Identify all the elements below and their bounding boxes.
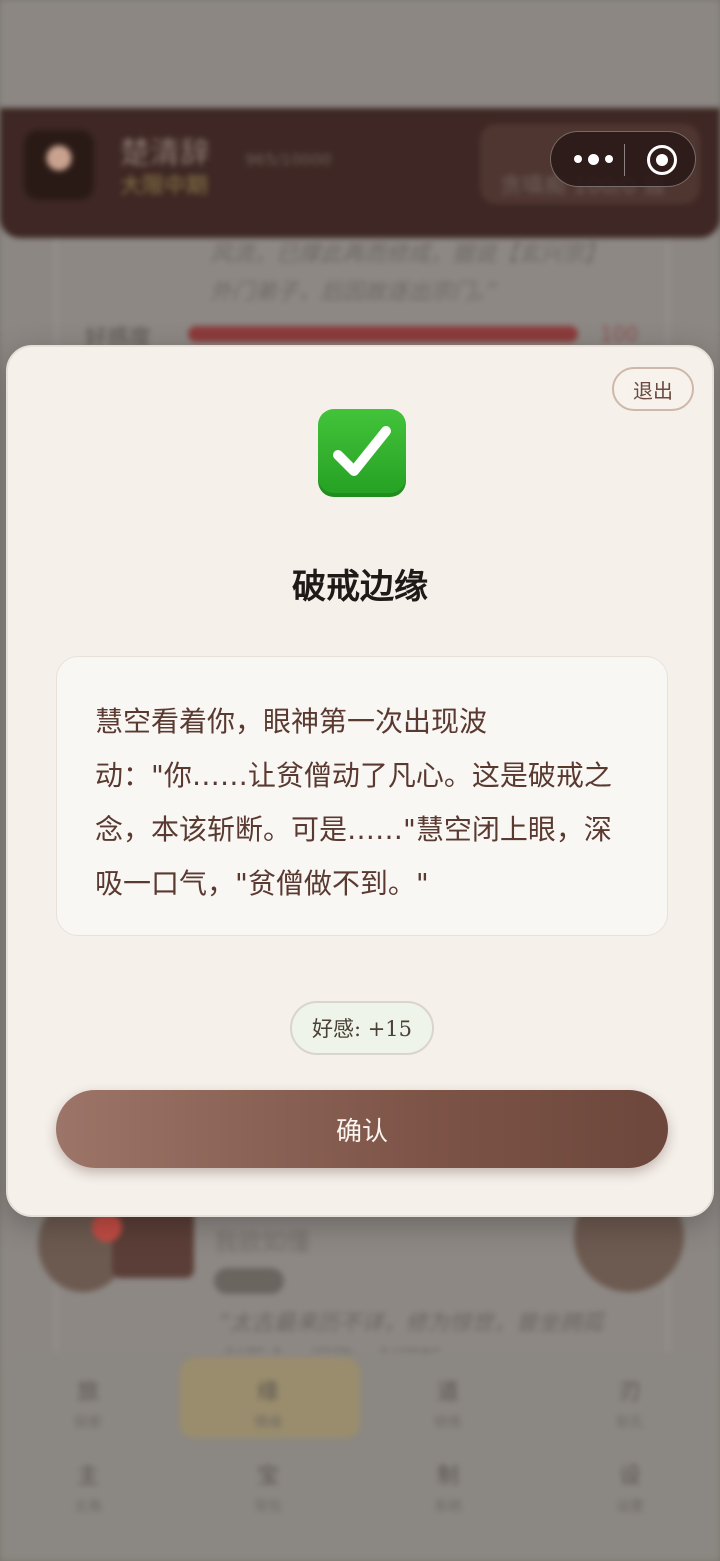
miniprogram-capsule — [550, 131, 696, 187]
nav-item-5: 宝背包 — [254, 1464, 282, 1515]
result-modal: 退出 破戒边缘 慧空看着你，眼神第一次出现波动："你……让贫僧动了凡心。这是破戒… — [6, 345, 714, 1217]
avatar — [24, 130, 94, 200]
bg-quote: 风流，已撑此再而修成，据说【玄兴宗】外门弟子，后因故逐出宗门。” — [210, 242, 607, 305]
nav-item-6: 制系统 — [434, 1464, 462, 1515]
card-subtitle: 我欲如懂 — [214, 1228, 310, 1256]
stat-text: 965/10000 — [245, 150, 332, 169]
nav-item-2: 道修炼 — [434, 1380, 462, 1431]
bottom-nav: 旅探索 缘情缘 道修炼 刃斩孔 主主角 宝背包 制系统 设设置 — [0, 1352, 720, 1561]
message-text: 慧空看着你，眼神第一次出现波动："你……让贫僧动了凡心。这是破戒之念，本该斩断。… — [95, 705, 612, 900]
favor-change-badge: 好感: +15 — [290, 1001, 434, 1055]
target-close-icon[interactable] — [647, 145, 677, 175]
favor-bar — [188, 326, 578, 342]
nav-item-7: 设设置 — [616, 1464, 644, 1515]
nav-item-0: 旅探索 — [74, 1380, 102, 1431]
confirm-button[interactable]: 确认 — [56, 1090, 668, 1168]
check-mark-icon — [318, 409, 406, 497]
nav-item-3: 刃斩孔 — [616, 1380, 644, 1431]
favor-value: 100 — [600, 322, 639, 346]
character-status: 大限中期 — [120, 174, 209, 199]
message-box: 慧空看着你，眼神第一次出现波动："你……让贫僧动了凡心。这是破戒之念，本该斩断。… — [56, 656, 668, 936]
nav-item-1: 缘情缘 — [254, 1380, 282, 1431]
capsule-divider — [624, 144, 625, 176]
character-name: 楚清辞 — [120, 136, 210, 171]
modal-title: 破戒边缘 — [292, 567, 428, 607]
tag-pill — [214, 1268, 284, 1294]
nav-item-4: 主主角 — [74, 1464, 102, 1515]
more-dots-icon[interactable] — [563, 132, 623, 186]
exit-button[interactable]: 退出 — [612, 367, 694, 411]
